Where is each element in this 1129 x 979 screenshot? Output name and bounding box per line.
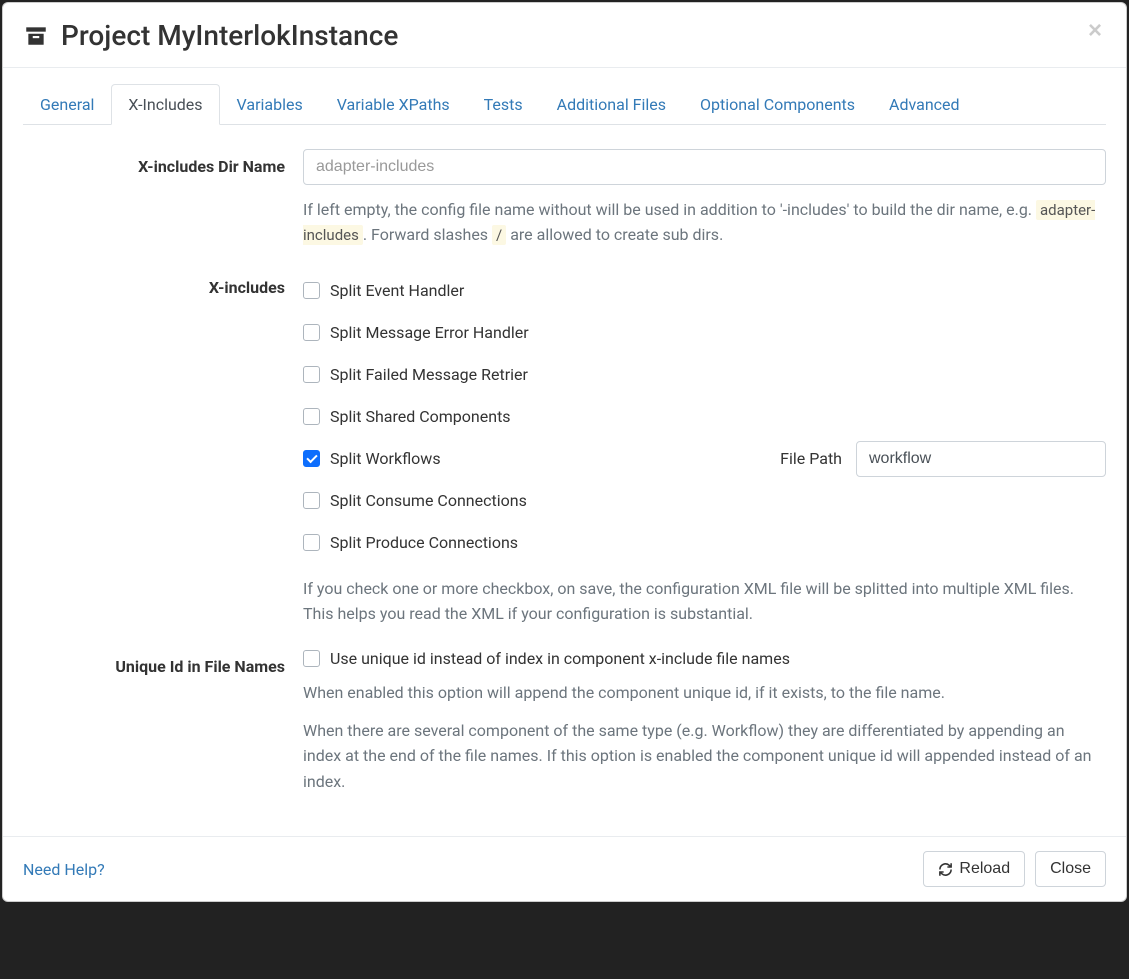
checkbox-split-workflows[interactable] (303, 450, 320, 467)
checkbox-split-consume-connections[interactable] (303, 492, 320, 509)
form-group-dir-name: X-includes Dir Name If left empty, the c… (23, 149, 1106, 248)
modal-title: Project MyInterlokInstance (23, 19, 398, 53)
close-icon[interactable]: × (1084, 19, 1106, 43)
need-help-link[interactable]: Need Help? (23, 860, 105, 879)
checkbox-split-message-error-handler[interactable] (303, 324, 320, 341)
checkbox-row-failed-message-retrier: Split Failed Message Retrier (303, 354, 1106, 396)
checkbox-split-failed-message-retrier[interactable] (303, 366, 320, 383)
dir-name-label: X-includes Dir Name (138, 157, 285, 176)
close-button[interactable]: Close (1035, 851, 1106, 887)
reload-icon (938, 862, 953, 877)
code-chip-slash: / (492, 225, 506, 245)
tab-optional-components[interactable]: Optional Components (683, 84, 872, 125)
tab-tests[interactable]: Tests (467, 84, 540, 125)
checkbox-row-shared-components: Split Shared Components (303, 396, 1106, 438)
tab-variables[interactable]: Variables (220, 84, 320, 125)
modal-title-text: Project MyInterlokInstance (61, 19, 398, 53)
file-path-label: File Path (780, 449, 842, 468)
checkbox-label: Split Workflows (330, 449, 441, 468)
file-path-input[interactable] (856, 441, 1106, 477)
form-group-x-includes: X-includes Split Event Handler Split Mes… (23, 270, 1106, 627)
tab-general[interactable]: General (23, 84, 111, 125)
modal-body: General X-Includes Variables Variable XP… (3, 68, 1126, 837)
checkbox-label: Split Message Error Handler (330, 323, 529, 342)
footer-buttons: Reload Close (923, 851, 1106, 887)
checkbox-split-shared-components[interactable] (303, 408, 320, 425)
checkbox-row-event-handler: Split Event Handler (303, 270, 1106, 312)
project-modal: Project MyInterlokInstance × General X-I… (2, 2, 1127, 902)
tabs: General X-Includes Variables Variable XP… (23, 84, 1106, 125)
checkbox-label: Split Shared Components (330, 407, 511, 426)
reload-button-label: Reload (959, 860, 1010, 878)
unique-id-help-1: When enabled this option will append the… (303, 680, 1106, 706)
checkbox-row-consume-connections: Split Consume Connections (303, 480, 1106, 522)
x-includes-label: X-includes (209, 278, 285, 297)
checkbox-row-produce-connections: Split Produce Connections (303, 522, 1106, 564)
tab-variable-xpaths[interactable]: Variable XPaths (320, 84, 467, 125)
checkbox-label: Split Failed Message Retrier (330, 365, 528, 384)
checkbox-split-produce-connections[interactable] (303, 534, 320, 551)
modal-footer: Need Help? Reload Close (3, 836, 1126, 901)
tab-x-includes[interactable]: X-Includes (111, 84, 219, 125)
reload-button[interactable]: Reload (923, 851, 1025, 887)
tab-additional-files[interactable]: Additional Files (540, 84, 683, 125)
checkbox-label: Split Consume Connections (330, 491, 527, 510)
dir-name-help: If left empty, the config file name with… (303, 197, 1106, 248)
checkbox-label: Split Produce Connections (330, 533, 518, 552)
checkbox-row-unique-id: Use unique id instead of index in compon… (303, 649, 1106, 668)
checkbox-split-event-handler[interactable] (303, 282, 320, 299)
checkbox-unique-id[interactable] (303, 650, 320, 667)
x-includes-help: If you check one or more checkbox, on sa… (303, 576, 1106, 627)
archive-icon (23, 23, 49, 49)
unique-id-label: Unique Id in File Names (115, 657, 285, 676)
dir-name-input[interactable] (303, 149, 1106, 185)
checkbox-row-message-error-handler: Split Message Error Handler (303, 312, 1106, 354)
form-group-unique-id: Unique Id in File Names Use unique id in… (23, 649, 1106, 794)
unique-id-help-2: When there are several component of the … (303, 718, 1106, 795)
x-includes-checkbox-list: Split Event Handler Split Message Error … (303, 270, 1106, 564)
checkbox-row-workflows: Split Workflows File Path (303, 438, 1106, 480)
tab-advanced[interactable]: Advanced (872, 84, 977, 125)
checkbox-label: Split Event Handler (330, 281, 464, 300)
checkbox-label: Use unique id instead of index in compon… (330, 649, 790, 668)
file-path-group: File Path (780, 441, 1106, 477)
modal-header: Project MyInterlokInstance × (3, 3, 1126, 68)
